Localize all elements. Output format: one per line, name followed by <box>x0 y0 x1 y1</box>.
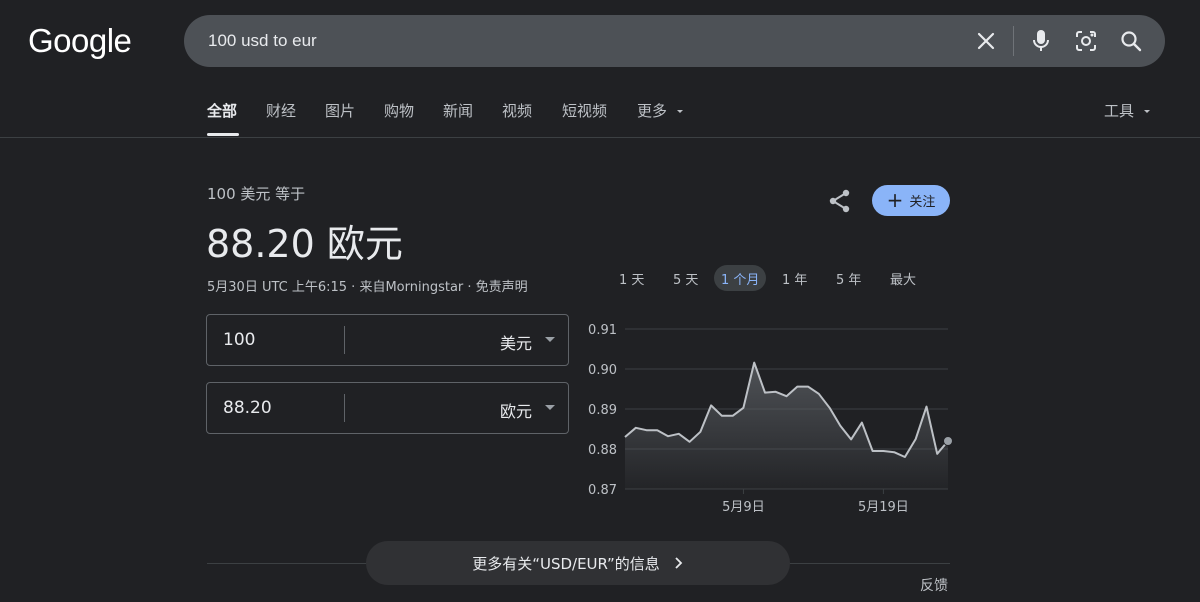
tab-news[interactable]: 新闻 <box>443 100 473 121</box>
range-5-days[interactable]: 5 天 <box>666 265 705 291</box>
caret-down-icon <box>545 405 555 410</box>
latest-point <box>943 436 953 446</box>
follow-label: 关注 <box>909 195 936 210</box>
share-icon[interactable] <box>826 187 854 215</box>
tab-all[interactable]: 全部 <box>207 100 237 121</box>
range-max[interactable]: 最大 <box>883 265 923 291</box>
tab-videos[interactable]: 视频 <box>502 100 532 121</box>
range-1-year[interactable]: 1 年 <box>775 265 814 291</box>
search-input[interactable] <box>208 15 948 67</box>
follow-button[interactable]: + 关注 <box>872 185 950 216</box>
tabs-divider <box>0 137 1200 138</box>
x-tick-label: 5月9日 <box>722 500 765 515</box>
to-currency-box: 欧元 <box>206 382 569 434</box>
google-logo[interactable]: Google <box>28 22 132 60</box>
box-divider <box>344 394 345 422</box>
y-tick-label: 0.90 <box>588 363 617 378</box>
range-1-month[interactable]: 1 个月 <box>714 265 767 291</box>
tab-more[interactable]: 更多 <box>637 100 685 121</box>
search-divider <box>1013 26 1014 56</box>
more-info-label: 更多有关“USD/EUR”的信息 <box>472 554 660 573</box>
chevron-right-icon <box>675 557 683 569</box>
caret-down-icon <box>1143 110 1150 113</box>
range-5-years[interactable]: 5 年 <box>829 265 868 291</box>
tools-label: 工具 <box>1104 102 1135 120</box>
tab-finance[interactable]: 财经 <box>266 100 296 121</box>
from-amount-input[interactable] <box>223 330 333 350</box>
search-icon[interactable] <box>1119 29 1143 53</box>
range-1-day[interactable]: 1 天 <box>612 265 651 291</box>
tools-button[interactable]: 工具 <box>1104 100 1152 121</box>
exchange-rate-chart: 0.910.900.890.880.875月9日5月19日5月29日 <box>588 323 953 515</box>
series-area <box>625 362 948 489</box>
caret-down-icon <box>545 337 555 342</box>
feedback-link[interactable]: 反馈 <box>920 575 948 595</box>
plus-icon: + <box>886 187 904 212</box>
conversion-input-label: 100 美元 等于 <box>207 185 306 203</box>
y-tick-label: 0.87 <box>588 483 617 498</box>
mic-icon[interactable] <box>1029 29 1053 53</box>
tab-images[interactable]: 图片 <box>325 100 355 121</box>
box-divider <box>344 326 345 354</box>
from-currency-select[interactable]: 美元 <box>500 330 532 354</box>
to-amount-input[interactable] <box>223 398 333 418</box>
to-currency-select[interactable]: 欧元 <box>500 398 532 422</box>
from-currency-box: 美元 <box>206 314 569 366</box>
tab-shopping[interactable]: 购物 <box>384 100 414 121</box>
y-tick-label: 0.88 <box>588 443 617 458</box>
close-icon[interactable] <box>974 29 998 53</box>
y-tick-label: 0.91 <box>588 323 617 338</box>
tab-active-indicator <box>207 133 239 136</box>
tab-short-videos[interactable]: 短视频 <box>562 100 607 121</box>
more-info-button[interactable]: 更多有关“USD/EUR”的信息 <box>366 541 790 585</box>
lens-icon[interactable] <box>1074 29 1098 53</box>
y-tick-label: 0.89 <box>588 403 617 418</box>
caret-down-icon <box>676 110 683 113</box>
search-bar <box>184 15 1165 67</box>
x-tick-label: 5月19日 <box>858 500 909 515</box>
tab-more-label: 更多 <box>637 102 668 120</box>
conversion-result: 88.20 欧元 <box>206 222 403 266</box>
data-source-info: 5月30日 UTC 上午6:15 · 来自Morningstar · 免责声明 <box>207 280 528 295</box>
